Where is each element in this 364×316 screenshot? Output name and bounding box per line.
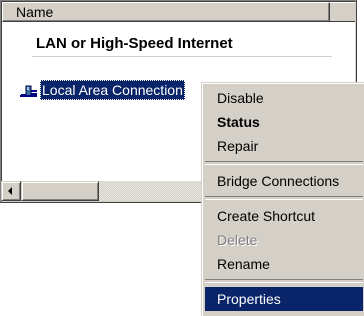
context-menu: Disable Status Repair Bridge Connections… xyxy=(201,82,364,316)
menu-item-properties[interactable]: Properties xyxy=(205,287,363,311)
menu-item-repair[interactable]: Repair xyxy=(205,134,363,158)
menu-separator xyxy=(205,279,363,283)
menu-item-bridge-connections[interactable]: Bridge Connections xyxy=(205,169,363,193)
menu-separator xyxy=(205,161,363,165)
menu-item-disable[interactable]: Disable xyxy=(205,86,363,110)
menu-item-create-shortcut[interactable]: Create Shortcut xyxy=(205,204,363,228)
menu-item-delete: Delete xyxy=(217,232,258,248)
column-header-name[interactable]: Name xyxy=(2,2,330,22)
menu-item-rename[interactable]: Rename xyxy=(205,252,363,276)
scroll-thumb[interactable] xyxy=(21,181,99,201)
scroll-left-button[interactable] xyxy=(1,181,21,201)
network-connection-icon xyxy=(19,81,39,99)
group-header: LAN or High-Speed Internet xyxy=(36,35,233,52)
list-item-local-area-connection[interactable]: Local Area Connection xyxy=(19,79,185,101)
column-header-filler xyxy=(330,2,355,22)
list-item-label: Local Area Connection xyxy=(40,80,185,100)
menu-item-status[interactable]: Status xyxy=(205,110,363,134)
screen: Name LAN or High-Speed Internet Local Ar… xyxy=(0,0,364,316)
arrow-left-icon xyxy=(8,187,12,195)
group-divider xyxy=(32,56,332,57)
menu-separator xyxy=(205,196,363,200)
